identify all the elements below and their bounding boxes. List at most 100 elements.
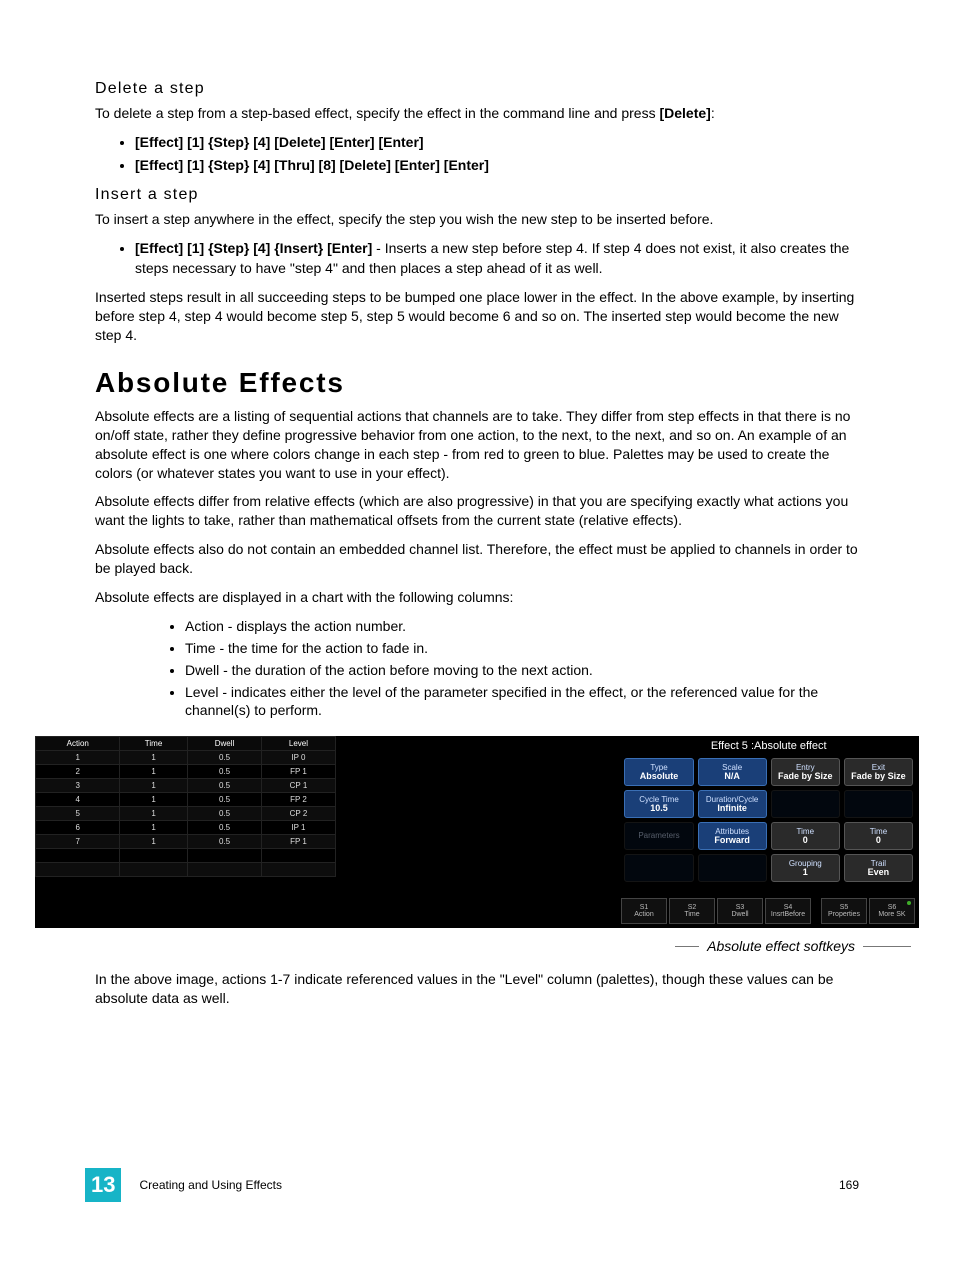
softkey-label: Time [684, 911, 699, 918]
text-bold: [Delete] [659, 105, 710, 121]
tile-value: Even [868, 868, 890, 877]
screenshot-caption: Absolute effect softkeys [95, 938, 919, 954]
tile-value: N/A [724, 772, 740, 781]
softkey-label: InsrtBefore [771, 911, 805, 918]
softkey[interactable]: S5Properties [821, 898, 867, 924]
column-definitions: Action - displays the action number. Tim… [95, 617, 859, 720]
tile-value: Absolute [640, 772, 679, 781]
cell: 0.5 [187, 835, 262, 849]
cell: 2 [36, 765, 120, 779]
list-item: [Effect] [1] {Step} [4] [Thru] [8] [Dele… [135, 156, 859, 176]
cell: 0.5 [187, 765, 262, 779]
para: Absolute effects also do not contain an … [95, 540, 859, 578]
property-tile[interactable] [844, 790, 913, 818]
table-row[interactable]: 110.5IP 0 [36, 751, 336, 765]
property-tile[interactable]: Time0 [771, 822, 840, 850]
softkey[interactable]: S3Dwell [717, 898, 763, 924]
property-tile[interactable]: EntryFade by Size [771, 758, 840, 786]
table-row[interactable]: 610.5IP 1 [36, 821, 336, 835]
cell: FP 2 [262, 793, 335, 807]
caption-text: Absolute effect softkeys [707, 938, 855, 954]
softkey-label: Properties [828, 911, 860, 918]
para-after-image: In the above image, actions 1-7 indicate… [95, 970, 859, 1008]
list-item: [Effect] [1] {Step} [4] {Insert} [Enter]… [135, 239, 859, 278]
property-tile[interactable]: Parameters [624, 822, 693, 850]
cell: 1 [120, 821, 187, 835]
softkey[interactable]: S2Time [669, 898, 715, 924]
text-bold: [Effect] [1] {Step} [4] [Delete] [Enter]… [135, 134, 424, 150]
effect-title: Effect 5 :Absolute effect [622, 736, 915, 758]
chapter-number-badge: 13 [85, 1168, 121, 1202]
property-tile[interactable]: AttributesForward [698, 822, 767, 850]
para-delete-intro: To delete a step from a step-based effec… [95, 104, 859, 123]
action-table: Action Time Dwell Level 110.5IP 0210.5FP… [35, 736, 336, 877]
softkey-number: S2 [688, 904, 697, 911]
property-tile[interactable] [698, 854, 767, 882]
property-tile[interactable]: ExitFade by Size [844, 758, 913, 786]
softkey[interactable]: S1Action [621, 898, 667, 924]
property-tile[interactable]: ScaleN/A [698, 758, 767, 786]
footer-left: Creating and Using Effects [139, 1178, 282, 1192]
property-tile[interactable]: Cycle Time10.5 [624, 790, 693, 818]
heading-absolute-effects: Absolute Effects [95, 367, 859, 399]
property-tile[interactable]: Grouping1 [771, 854, 840, 882]
softkey-number: S6 [888, 904, 897, 911]
cell: 0.5 [187, 779, 262, 793]
heading-insert-step: Insert a step [95, 186, 859, 204]
cell: 1 [120, 835, 187, 849]
softkey[interactable]: S6More SK [869, 898, 915, 924]
property-tile[interactable]: Duration/CycleInfinite [698, 790, 767, 818]
softkey[interactable]: S4InsrtBefore [765, 898, 811, 924]
property-tile[interactable] [624, 854, 693, 882]
text: To delete a step from a step-based effec… [95, 105, 659, 121]
cell: 7 [36, 835, 120, 849]
softkey-number: S5 [840, 904, 849, 911]
para: Absolute effects differ from relative ef… [95, 492, 859, 530]
tile-value: 0 [876, 836, 881, 845]
table-row[interactable]: 710.5FP 1 [36, 835, 336, 849]
cell: IP 1 [262, 821, 335, 835]
tile-value: Infinite [717, 804, 747, 813]
cell: IP 0 [262, 751, 335, 765]
cell: 1 [120, 765, 187, 779]
cell: 1 [120, 751, 187, 765]
list-item: Dwell - the duration of the action befor… [185, 661, 859, 680]
col-level: Level [262, 737, 335, 751]
list-item: Level - indicates either the level of th… [185, 683, 859, 721]
list-item: [Effect] [1] {Step} [4] [Delete] [Enter]… [135, 133, 859, 153]
action-table-panel: Action Time Dwell Level 110.5IP 0210.5FP… [35, 736, 336, 896]
para: Absolute effects are a listing of sequen… [95, 407, 859, 483]
property-tile[interactable] [771, 790, 840, 818]
tile-value: 1 [803, 868, 808, 877]
cell: FP 1 [262, 765, 335, 779]
cell: 0.5 [187, 807, 262, 821]
cell: 6 [36, 821, 120, 835]
table-row[interactable]: 210.5FP 1 [36, 765, 336, 779]
property-tile[interactable]: TrailEven [844, 854, 913, 882]
cell: 4 [36, 793, 120, 807]
table-row[interactable]: 410.5FP 2 [36, 793, 336, 807]
tile-value: Fade by Size [851, 772, 906, 781]
para-insert-after: Inserted steps result in all succeeding … [95, 288, 859, 345]
softkey-number: S1 [640, 904, 649, 911]
property-tile[interactable]: TypeAbsolute [624, 758, 693, 786]
absolute-effect-screenshot: Action Time Dwell Level 110.5IP 0210.5FP… [35, 736, 919, 928]
cell: 3 [36, 779, 120, 793]
cell: CP 2 [262, 807, 335, 821]
cell: 1 [36, 751, 120, 765]
softkey-label: Action [634, 911, 653, 918]
cell: CP 1 [262, 779, 335, 793]
property-tiles: TypeAbsoluteScaleN/AEntryFade by SizeExi… [622, 758, 915, 882]
cell: 1 [120, 793, 187, 807]
heading-delete-step: Delete a step [95, 80, 859, 98]
effect-properties-panel: Effect 5 :Absolute effect TypeAbsoluteSc… [618, 736, 919, 896]
table-row[interactable]: 310.5CP 1 [36, 779, 336, 793]
softkey-label: Dwell [731, 911, 748, 918]
tile-value: 10.5 [650, 804, 668, 813]
list-item: Time - the time for the action to fade i… [185, 639, 859, 658]
tile-value: 0 [803, 836, 808, 845]
cell: 0.5 [187, 793, 262, 807]
property-tile[interactable]: Time0 [844, 822, 913, 850]
table-row[interactable]: 510.5CP 2 [36, 807, 336, 821]
page-footer: 13 Creating and Using Effects 169 [0, 1168, 954, 1202]
